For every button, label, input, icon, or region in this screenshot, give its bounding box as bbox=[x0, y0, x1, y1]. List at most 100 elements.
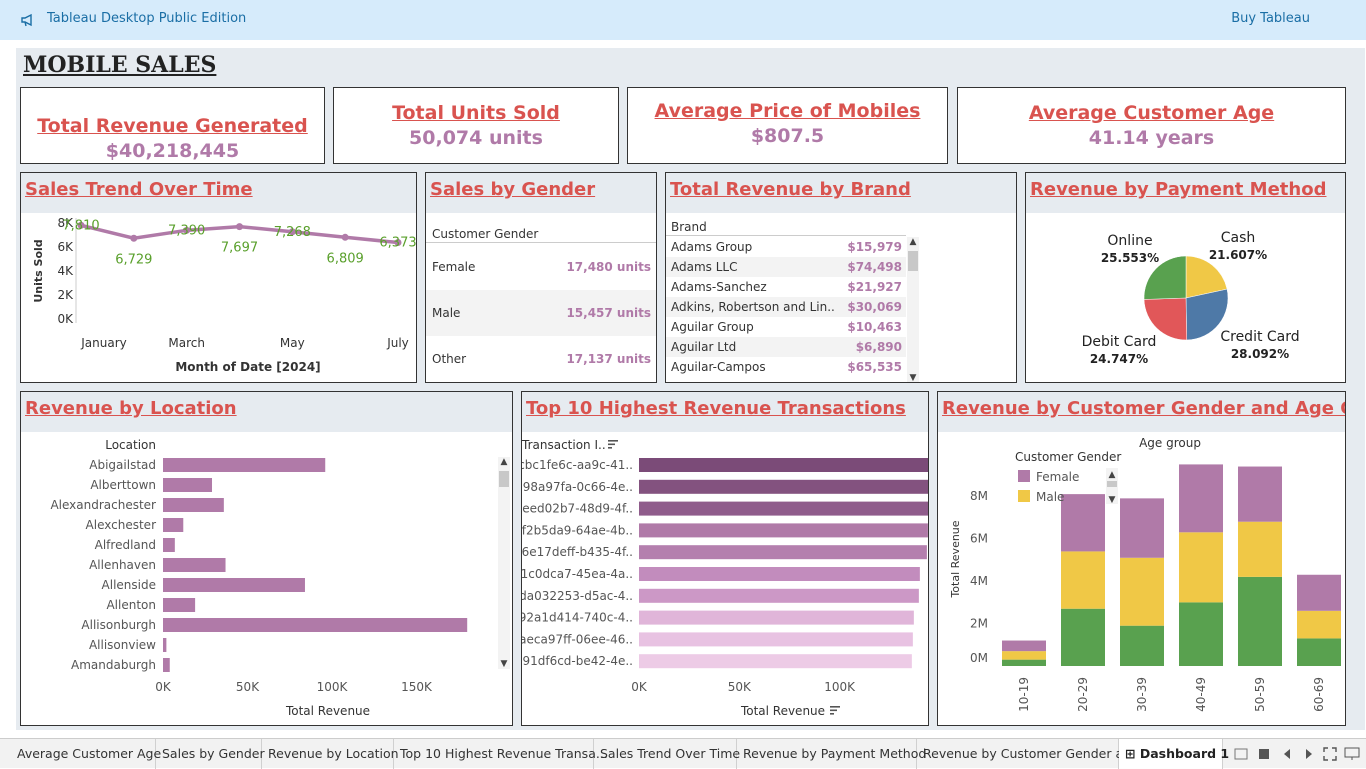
table-row[interactable]: Male 15,457 units bbox=[426, 290, 656, 336]
trend-point bbox=[236, 223, 243, 231]
category-label: 41c0dca7-45ea-4a.. bbox=[522, 567, 633, 581]
sheet-tab[interactable]: Sales Trend Over Time bbox=[594, 739, 740, 769]
sheet-tab[interactable]: Revenue by Payment Method bbox=[737, 739, 926, 769]
stacked-bar-segment bbox=[1297, 638, 1341, 666]
category-label: bf2b5da9-64ae-4b.. bbox=[522, 523, 633, 537]
legend-label: Female bbox=[1036, 470, 1079, 484]
prev-icon[interactable] bbox=[1282, 748, 1292, 760]
scroll-down-icon[interactable]: ▼ bbox=[907, 373, 919, 382]
sales-trend-chart[interactable]: 0K2K4K6K8KUnits SoldJanuary March May JulyM… bbox=[21, 213, 417, 383]
x-tick-label: 50K bbox=[728, 680, 752, 694]
slice-pct-label: 21.607% bbox=[1209, 248, 1267, 262]
category-label: Alexchester bbox=[86, 518, 157, 532]
scroll-up-icon[interactable]: ▲ bbox=[498, 457, 510, 467]
data-label: 7,810 bbox=[62, 218, 99, 233]
panel-revenue-by-gender-age[interactable]: Revenue by Customer Gender and Age Group… bbox=[937, 391, 1346, 726]
panel-revenue-by-payment[interactable]: Revenue by Payment Method Cash 21.607% Cre… bbox=[1025, 172, 1346, 383]
table-row[interactable]: Aguilar Group $10,463 bbox=[666, 317, 906, 337]
x-tick-label: 10-19 bbox=[1017, 677, 1031, 712]
panel-sales-by-gender[interactable]: Sales by Gender Customer Gender Female 1… bbox=[425, 172, 657, 383]
gender-age-stacked-chart[interactable]: Age group 0M 2M 4M 6M 8M Total Revenue 10-19 20-… bbox=[938, 432, 1346, 726]
category-label: 898a97fa-0c66-4e.. bbox=[522, 480, 633, 494]
bar bbox=[639, 632, 913, 647]
table-row[interactable]: Adams Group $15,979 bbox=[666, 237, 906, 257]
table-row[interactable]: Female 17,480 units bbox=[426, 244, 656, 290]
slice-pct-label: 28.092% bbox=[1231, 347, 1289, 361]
panel-revenue-by-brand[interactable]: Total Revenue by Brand Brand Adams Group… bbox=[665, 172, 1017, 383]
x-tick-label: 30-39 bbox=[1135, 677, 1149, 712]
bar bbox=[163, 618, 468, 632]
x-tick-label: May bbox=[280, 336, 305, 350]
kpi-total-units[interactable]: Total Units Sold 50,074 units bbox=[333, 87, 619, 164]
table-row[interactable]: Aguilar-Campos $65,535 bbox=[666, 357, 906, 377]
panel-title: Sales Trend Over Time bbox=[25, 179, 253, 200]
scroll-up-icon: ▲ bbox=[1109, 470, 1116, 480]
location-scrollbar[interactable]: ▲ ▼ bbox=[498, 457, 510, 669]
category-label: Allisonburgh bbox=[81, 618, 156, 632]
stacked-bar-segment bbox=[1061, 494, 1105, 552]
y-tick-label: 8M bbox=[970, 489, 988, 503]
panel-revenue-by-location[interactable]: Revenue by Location Location Abigailstad A… bbox=[20, 391, 513, 726]
x-axis-label: Month of Date [2024] bbox=[175, 360, 320, 374]
panel-top10-transactions[interactable]: Top 10 Highest Revenue Transactions Tran… bbox=[521, 391, 929, 726]
scroll-up-icon[interactable]: ▲ bbox=[907, 237, 919, 247]
dashboard-title: MOBILE SALES bbox=[23, 52, 217, 78]
sheet-tab[interactable]: ⊞ Dashboard 1 bbox=[1119, 739, 1229, 769]
bar bbox=[163, 638, 167, 652]
present-icon[interactable] bbox=[1344, 747, 1360, 761]
stop-icon[interactable] bbox=[1258, 748, 1270, 760]
chart-title: Age group bbox=[1139, 436, 1201, 450]
kpi-value: $807.5 bbox=[750, 125, 825, 147]
x-tick-label: 0K bbox=[631, 680, 648, 694]
trend-point bbox=[130, 234, 138, 242]
scroll-down-icon[interactable]: ▼ bbox=[498, 659, 510, 669]
grid-icon[interactable] bbox=[1234, 748, 1248, 760]
kpi-total-revenue[interactable]: Total Revenue Generated $40,218,445 bbox=[20, 87, 325, 164]
bar bbox=[639, 545, 927, 560]
x-tick-label: 60-69 bbox=[1312, 677, 1326, 712]
stacked-bar-segment bbox=[1238, 466, 1282, 522]
x-tick-label: July bbox=[386, 336, 409, 350]
table-row[interactable]: Adams LLC $74,498 bbox=[666, 257, 906, 277]
slice-name-label: Debit Card bbox=[1082, 334, 1157, 350]
kpi-label: Total Units Sold bbox=[392, 102, 560, 124]
y-tick-label: 2K bbox=[57, 288, 74, 302]
fullscreen-icon[interactable] bbox=[1323, 747, 1337, 761]
kpi-value: 41.14 years bbox=[1088, 127, 1215, 149]
kpi-average-price[interactable]: Average Price of Mobiles $807.5 bbox=[627, 87, 948, 164]
x-tick-label: 150K bbox=[401, 680, 433, 694]
panel-sales-trend[interactable]: Sales Trend Over Time 0K 2K 4K 6K 8K Units So… bbox=[20, 172, 417, 383]
x-tick-label: 40-49 bbox=[1194, 677, 1208, 712]
category-label: Allenhaven bbox=[89, 558, 156, 572]
sheet-tab[interactable]: Revenue by Location bbox=[262, 739, 399, 769]
category-label: Allenton bbox=[106, 598, 156, 612]
sheet-tab[interactable]: Top 10 Highest Revenue Transa... bbox=[394, 739, 608, 769]
stacked-bar-segment bbox=[1238, 576, 1282, 666]
table-row[interactable]: Adams-Sanchez $21,927 bbox=[666, 277, 906, 297]
slice-name-label: Cash bbox=[1221, 230, 1256, 246]
panel-title: Revenue by Customer Gender and Age Group bbox=[942, 398, 1345, 419]
payment-pie-chart[interactable]: Cash 21.607% Credit Card 28.092% Debit Card 2… bbox=[1026, 213, 1346, 383]
category-label: Amandaburgh bbox=[71, 658, 156, 672]
location-bar-chart[interactable]: Location Abigailstad Alberttown Alexandrach… bbox=[21, 432, 497, 726]
table-row[interactable]: Aguilar Ltd $6,890 bbox=[666, 337, 906, 357]
sheet-tab[interactable]: Sales by Gender bbox=[156, 739, 265, 769]
buy-tableau-link[interactable]: Buy Tableau bbox=[1231, 11, 1310, 26]
y-axis-label: Total Revenue bbox=[949, 520, 962, 598]
panel-title: Revenue by Location bbox=[25, 398, 237, 419]
sheet-tab[interactable]: Average Customer Age bbox=[11, 739, 161, 769]
sheet-tab[interactable]: Revenue by Customer Gender a... bbox=[917, 739, 1135, 769]
bar bbox=[639, 588, 919, 603]
y-axis-label: Units Sold bbox=[32, 239, 45, 302]
table-row[interactable]: Adkins, Robertson and Lin.. $30,069 bbox=[666, 297, 906, 317]
stacked-bar-segment bbox=[1120, 557, 1164, 626]
kpi-average-age[interactable]: Average Customer Age 41.14 years bbox=[957, 87, 1346, 164]
brand-scrollbar[interactable]: ▲ ▼ bbox=[907, 237, 919, 382]
slice-pct-label: 25.553% bbox=[1101, 251, 1159, 265]
brand-table[interactable]: Brand Adams Group $15,979 Adams LLC $74,498… bbox=[666, 216, 906, 382]
table-row[interactable]: Other 17,137 units bbox=[426, 336, 656, 382]
y-tick-label: 4M bbox=[970, 574, 988, 588]
next-icon[interactable] bbox=[1304, 748, 1314, 760]
kpi-label: Total Revenue Generated bbox=[37, 115, 308, 137]
top10-bar-chart[interactable]: Transaction I.. cbc1fe6c-aa9c-41.. 898a97f… bbox=[522, 432, 929, 726]
